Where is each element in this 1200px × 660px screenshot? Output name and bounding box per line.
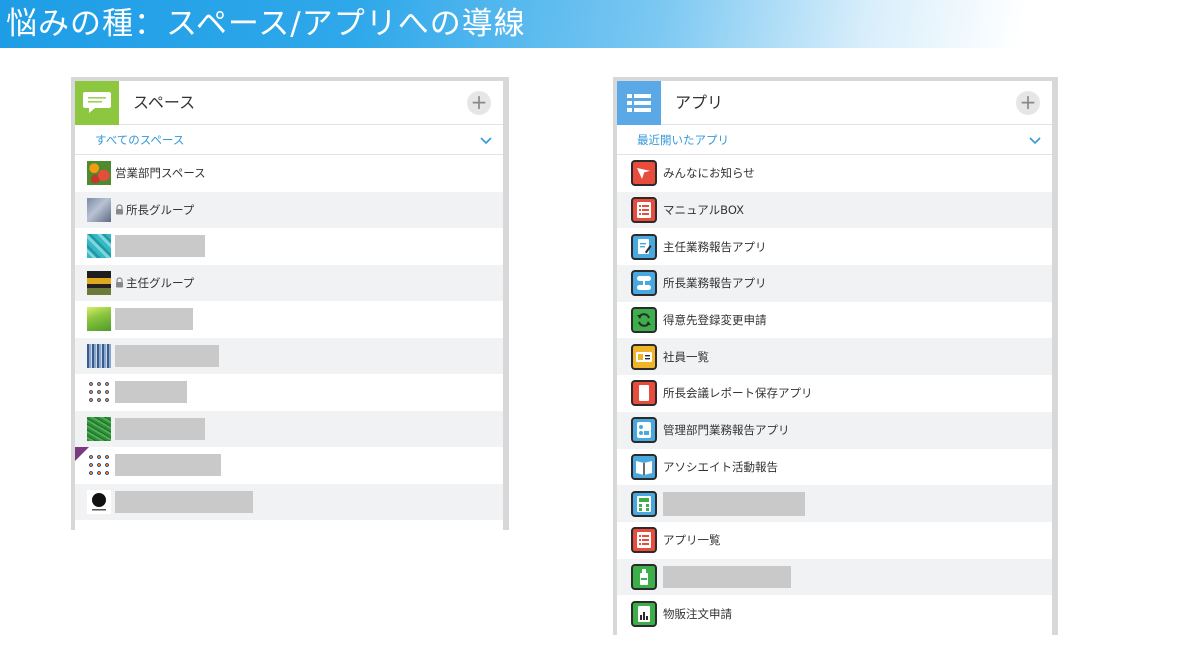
space-list-item[interactable] <box>75 410 503 447</box>
app-name: みんなにお知らせ <box>663 166 755 181</box>
calculator-icon <box>631 490 657 517</box>
redacted-space-name <box>115 235 205 258</box>
redacted-space-name <box>115 454 221 477</box>
app-name: 得意先登録変更申請 <box>663 313 767 328</box>
space-filter-dropdown[interactable]: すべてのスペース <box>75 125 503 155</box>
app-name: 所長業務報告アプリ <box>663 276 767 291</box>
lock-icon <box>116 204 123 215</box>
space-name: 主任グループ <box>126 275 195 290</box>
app-list-item[interactable]: 所長業務報告アプリ <box>617 265 1052 302</box>
apps-panel: アプリ + 最近開いたアプリ みんなにお知らせ マニュアルBOX 主任業務報告ア… <box>613 77 1058 635</box>
id-card-icon <box>631 343 657 370</box>
chart-doc-icon <box>631 600 657 627</box>
space-list-item[interactable]: 営業部門スペース <box>75 155 503 192</box>
space-list-item[interactable]: 所長グループ <box>75 191 503 228</box>
app-name: マニュアルBOX <box>663 203 745 218</box>
app-list-item[interactable]: マニュアルBOX <box>617 191 1052 229</box>
space-thumbnail-image <box>87 380 111 405</box>
app-list-item[interactable] <box>617 558 1052 596</box>
document-edit-icon <box>631 233 657 260</box>
app-list-item[interactable]: 物販注文申請 <box>617 595 1052 632</box>
book-icon <box>631 453 657 480</box>
apps-panel-header: アプリ + <box>617 81 1052 125</box>
app-list-item[interactable]: アソシエイト活動報告 <box>617 449 1052 486</box>
paper-plane-icon <box>631 160 657 187</box>
space-thumbnail-image <box>87 416 111 441</box>
space-filter-label: すべてのスペース <box>95 133 185 147</box>
space-thumbnail-image <box>87 343 111 368</box>
app-name: アプリ一覧 <box>663 533 721 548</box>
flow-icon <box>631 270 657 297</box>
app-filter-label: 最近開いたアプリ <box>637 133 729 147</box>
space-list-item[interactable]: 主任グループ <box>75 264 503 301</box>
redacted-space-name <box>115 490 253 513</box>
app-list-item[interactable]: みんなにお知らせ <box>617 155 1052 192</box>
space-list-item[interactable] <box>75 337 503 374</box>
space-name: 営業部門スペース <box>115 166 206 181</box>
space-thumbnail-image <box>87 307 111 332</box>
document-icon <box>631 380 657 407</box>
space-list-item[interactable] <box>75 301 503 338</box>
redacted-space-name <box>115 308 193 331</box>
spaces-panel-header: スペース + <box>75 81 503 125</box>
space-thumbnail-image <box>87 197 111 222</box>
redacted-space-name <box>115 417 205 440</box>
space-thumbnail-image <box>87 453 111 478</box>
space-list-item[interactable] <box>75 447 503 484</box>
space-list-item[interactable] <box>75 483 503 520</box>
app-list-item[interactable]: 社員一覧 <box>617 338 1052 376</box>
app-name: アソシエイト活動報告 <box>663 459 778 474</box>
app-list-item[interactable]: アプリ一覧 <box>617 522 1052 559</box>
space-thumbnail-image <box>87 489 111 514</box>
redacted-app-name <box>663 491 805 516</box>
space-thumbnail-image <box>87 161 111 186</box>
add-space-button[interactable]: + <box>467 91 491 115</box>
org-chart-icon <box>631 417 657 444</box>
space-list-item[interactable] <box>75 374 503 411</box>
space-thumbnail-image <box>87 270 111 295</box>
space-list-item[interactable] <box>75 228 503 265</box>
list-icon <box>631 197 657 224</box>
spaces-panel: スペース + すべてのスペース 営業部門スペース 所長グループ 主任グループ <box>71 77 509 530</box>
app-list-item[interactable]: 管理部門業務報告アプリ <box>617 411 1052 449</box>
lock-icon <box>116 277 123 288</box>
app-filter-dropdown[interactable]: 最近開いたアプリ <box>617 125 1052 155</box>
refresh-icon <box>631 307 657 334</box>
app-list-item[interactable]: 得意先登録変更申請 <box>617 302 1052 339</box>
page-title: 悩みの種：スペース/アプリへの導線 <box>6 6 526 42</box>
space-thumbnail-image <box>87 234 111 259</box>
app-list-item[interactable]: 主任業務報告アプリ <box>617 228 1052 265</box>
space-name: 所長グループ <box>126 202 195 217</box>
redacted-space-name <box>115 381 187 404</box>
redacted-app-name <box>663 565 791 588</box>
app-name: 主任業務報告アプリ <box>663 239 767 254</box>
speech-bubble-icon <box>75 81 119 125</box>
app-name: 管理部門業務報告アプリ <box>663 423 790 438</box>
add-app-button[interactable]: + <box>1016 91 1040 115</box>
chevron-down-icon <box>480 137 492 145</box>
app-name: 物販注文申請 <box>663 606 732 621</box>
redacted-space-name <box>115 344 219 367</box>
app-list-icon <box>617 81 661 125</box>
list-icon <box>631 527 657 554</box>
app-list-item[interactable] <box>617 485 1052 522</box>
spaces-panel-title: スペース <box>133 93 196 112</box>
app-name: 所長会議レポート保存アプリ <box>663 386 813 401</box>
title-banner: 悩みの種：スペース/アプリへの導線 <box>0 0 1200 48</box>
new-marker-icon <box>75 447 89 461</box>
chevron-down-icon <box>1029 137 1041 145</box>
apps-panel-title: アプリ <box>675 93 724 112</box>
bottle-icon <box>631 563 657 590</box>
app-name: 社員一覧 <box>663 349 709 364</box>
app-list-item[interactable]: 所長会議レポート保存アプリ <box>617 375 1052 412</box>
